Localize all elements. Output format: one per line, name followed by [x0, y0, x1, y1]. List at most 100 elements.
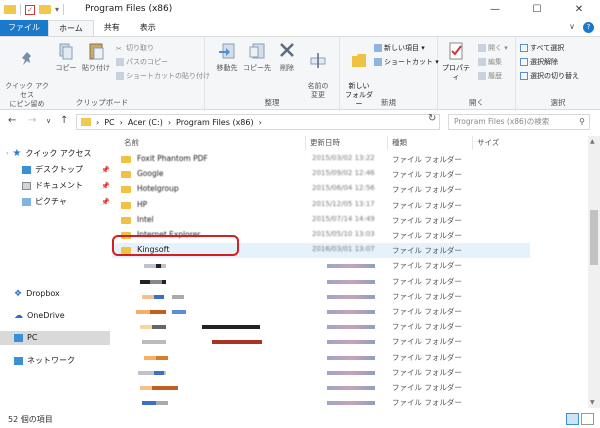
pin-icon[interactable]: 📌 [101, 182, 110, 190]
breadcrumb-pc[interactable]: PC [104, 118, 114, 127]
column-header-date[interactable]: 更新日時 [310, 136, 340, 150]
delete-icon [280, 43, 294, 57]
move-to-label: 移動先 [216, 64, 238, 72]
scroll-up-icon[interactable]: ▲ [590, 138, 595, 145]
back-arrow-icon[interactable]: ← [8, 115, 16, 126]
easy-access-button[interactable]: ショートカット ▾ [374, 57, 439, 68]
tab-view[interactable]: 表示 [130, 20, 166, 36]
column-divider[interactable] [472, 136, 473, 150]
breadcrumb-separator: › [258, 117, 262, 127]
copy-to-label: コピー先 [243, 64, 271, 72]
pin-icon[interactable]: 📌 [101, 198, 110, 206]
properties-icon[interactable]: ✓ [25, 4, 35, 15]
select-none-button[interactable]: 選択解除 [520, 57, 558, 68]
column-divider[interactable] [305, 136, 306, 150]
tab-share[interactable]: 共有 [94, 20, 130, 36]
paste-button[interactable]: 貼り付け [81, 41, 111, 73]
sidebar-item-onedrive[interactable]: ☁ OneDrive [14, 309, 65, 323]
details-view-button[interactable] [566, 413, 579, 425]
sidebar-item-pc[interactable]: PC [0, 331, 110, 345]
pictures-icon [22, 198, 31, 206]
help-icon[interactable]: ? [583, 22, 594, 33]
table-row[interactable]: ファイル フォルダー [112, 289, 530, 304]
sidebar-item-network[interactable]: ネットワーク [14, 354, 75, 368]
scrollbar-thumb[interactable] [590, 210, 598, 265]
forward-arrow-icon[interactable]: → [28, 115, 36, 126]
organize-group-label: 整理 [264, 98, 280, 107]
column-header-name[interactable]: 名前 [124, 136, 139, 150]
table-row[interactable]: ファイル フォルダー [112, 365, 530, 380]
file-name[interactable]: Hotelgroup [137, 184, 179, 193]
table-row[interactable]: Google 2015/09/02 12:46 ファイル フォルダー [112, 167, 530, 182]
table-row[interactable]: ファイル フォルダー [112, 334, 530, 349]
address-bar[interactable]: › PC › Acer (C:) › Program Files (x86) › [76, 114, 440, 130]
edit-button[interactable]: 編集 [478, 57, 502, 68]
properties-button[interactable]: プロパティ [440, 41, 472, 82]
file-name[interactable]: Intel [137, 215, 154, 224]
expand-chevron-icon[interactable]: › [6, 147, 8, 161]
sidebar-item-documents[interactable]: ドキュメント [22, 179, 83, 193]
sidebar-item-quick-access[interactable]: › ★ クイック アクセス [6, 147, 92, 161]
column-divider[interactable] [387, 136, 388, 150]
history-button[interactable]: 履歴 [478, 71, 502, 82]
table-row[interactable]: HP 2015/12/05 13:17 ファイル フォルダー [112, 198, 530, 213]
minimize-button[interactable]: — [474, 0, 516, 20]
quick-access-toolbar: ✓ ▾ [4, 4, 65, 15]
invert-selection-button[interactable]: 選択の切り替え [520, 71, 579, 82]
vertical-scrollbar[interactable]: ▲ ▼ [588, 136, 600, 408]
breadcrumb-drive[interactable]: Acer (C:) [128, 118, 163, 127]
cloud-icon: ☁ [14, 311, 23, 321]
select-all-button[interactable]: すべて選択 [520, 43, 564, 54]
toolbar-divider [63, 4, 65, 15]
table-row[interactable]: ファイル フォルダー [112, 304, 530, 319]
breadcrumb-separator: › [96, 117, 100, 127]
sidebar-item-desktop[interactable]: デスクトップ [22, 163, 83, 177]
column-header-type[interactable]: 種類 [392, 136, 407, 150]
copy-to-button[interactable]: コピー先 [243, 41, 271, 73]
rename-button[interactable]: 名前の 変更 [303, 41, 333, 100]
file-type: ファイル フォルダー [392, 337, 462, 347]
tab-home[interactable]: ホーム [48, 20, 94, 36]
sidebar-item-dropbox[interactable]: ❖ Dropbox [14, 287, 60, 301]
paste-shortcut-button[interactable]: ショートカットの貼り付け [116, 71, 210, 82]
table-row[interactable]: Intel 2015/07/14 14:49 ファイル フォルダー [112, 213, 530, 228]
maximize-button[interactable]: ☐ [516, 0, 558, 20]
ribbon-expand-icon[interactable]: ∨ [569, 22, 575, 33]
refresh-icon[interactable]: ↻ [428, 113, 436, 124]
open-button[interactable]: 開く ▾ [478, 43, 508, 54]
chevron-down-icon[interactable]: ▾ [55, 5, 59, 14]
up-arrow-icon[interactable]: ↑ [60, 115, 68, 126]
sidebar-item-pictures[interactable]: ピクチャ [22, 195, 67, 209]
new-item-button[interactable]: 新しい項目 ▾ [374, 43, 425, 54]
redacted-name-block [152, 325, 166, 330]
breadcrumb-separator: › [119, 117, 123, 127]
table-row[interactable]: ファイル フォルダー [112, 395, 530, 410]
move-to-button[interactable]: 移動先 [213, 41, 241, 73]
large-icons-view-button[interactable] [581, 413, 594, 425]
tab-file[interactable]: ファイル [0, 20, 48, 36]
close-button[interactable]: ✕ [558, 0, 600, 20]
breadcrumb-folder[interactable]: Program Files (x86) [176, 118, 254, 127]
table-row[interactable]: ファイル フォルダー [112, 258, 530, 273]
table-row[interactable]: Foxit Phantom PDF 2015/03/02 13:22 ファイル フォ… [112, 152, 530, 167]
copy-path-button[interactable]: パスのコピー [116, 57, 168, 68]
search-icon: ⚲ [579, 117, 585, 126]
table-row[interactable]: ファイル フォルダー [112, 380, 530, 395]
file-name[interactable]: Foxit Phantom PDF [137, 154, 208, 163]
table-row[interactable]: ファイル フォルダー [112, 274, 530, 289]
table-row[interactable]: ファイル フォルダー [112, 319, 530, 334]
navigation-bar: ← → ∨ ↑ › PC › Acer (C:) › Program Files… [0, 111, 600, 133]
table-row[interactable]: ファイル フォルダー [112, 350, 530, 365]
table-row[interactable]: Hotelgroup 2015/06/04 12:56 ファイル フォルダー [112, 182, 530, 197]
column-header-size[interactable]: サイズ [477, 136, 499, 150]
file-name[interactable]: HP [137, 200, 147, 209]
search-input[interactable]: Program Files (x86)の検索 ⚲ [448, 114, 590, 130]
recent-chevron-icon[interactable]: ∨ [46, 117, 51, 125]
delete-button[interactable]: 削除 [275, 41, 299, 73]
pin-icon[interactable]: 📌 [101, 166, 110, 174]
copy-button[interactable]: コピー [55, 41, 77, 73]
cut-button[interactable]: ✂ 切り取り [116, 43, 154, 54]
scroll-down-icon[interactable]: ▼ [590, 399, 595, 406]
new-folder-icon[interactable] [39, 5, 51, 14]
file-name[interactable]: Google [137, 169, 163, 178]
